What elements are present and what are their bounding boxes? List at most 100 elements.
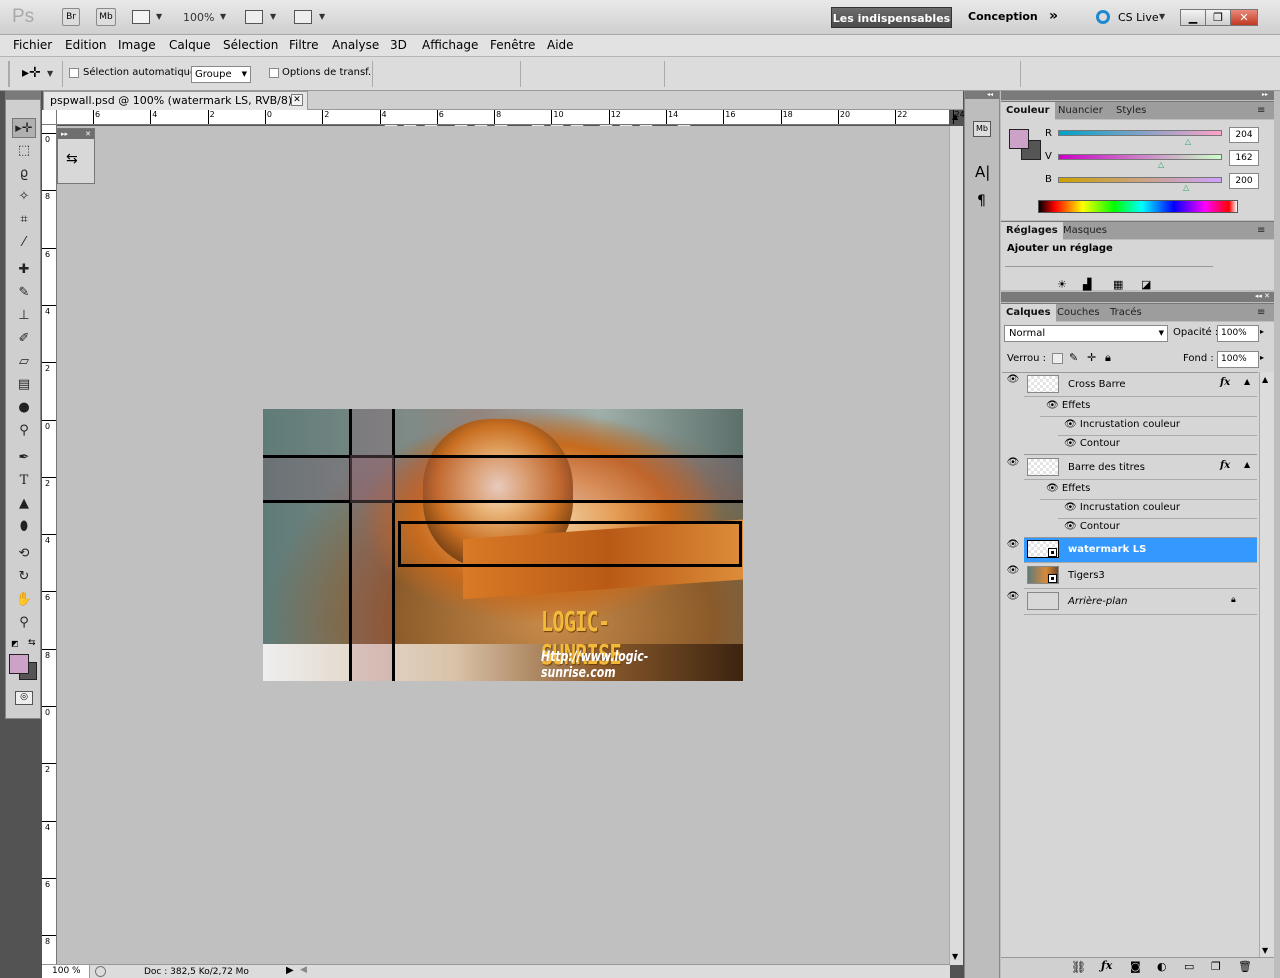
- tab-nuancier[interactable]: Nuancier: [1053, 102, 1108, 120]
- history-panel-icon[interactable]: ⇆: [66, 151, 78, 167]
- paragraph-panel-icon[interactable]: ¶: [977, 193, 986, 209]
- default-colors-icon[interactable]: ◩: [11, 639, 19, 648]
- clone-stamp-tool-icon[interactable]: ⊥: [12, 306, 36, 326]
- layer-visibility-icon[interactable]: 👁︎: [1004, 565, 1022, 589]
- chevron-down-icon[interactable]: ▼: [156, 12, 162, 21]
- close-document-icon[interactable]: ✕: [291, 94, 303, 106]
- layer-row-watermark-ls[interactable]: ▪ watermark LS: [1024, 538, 1257, 563]
- layers-scrollbar[interactable]: ▲ ▼: [1259, 372, 1274, 962]
- blur-tool-icon[interactable]: ●: [12, 398, 36, 418]
- tab-calques[interactable]: Calques: [1001, 304, 1056, 322]
- vertical-ruler[interactable]: 0 8 6 4 2 0 2 4 6 8 0 2 4 6 8: [42, 125, 57, 965]
- collapsed-panel-header[interactable]: ▸▸ ✕: [58, 129, 94, 139]
- zoom-level-select[interactable]: 100%: [183, 11, 214, 24]
- opacity-input[interactable]: 100%: [1217, 325, 1259, 342]
- layer-row-tigers3[interactable]: ▪ Tigers3: [1024, 564, 1257, 589]
- ruler-origin[interactable]: [42, 110, 57, 125]
- layer-row-arriere-plan[interactable]: Arrière-plan 🔒︎: [1024, 590, 1257, 615]
- scroll-up-icon[interactable]: ▲: [1262, 375, 1268, 384]
- lasso-tool-icon[interactable]: ϱ: [12, 164, 36, 184]
- 3d-rotate-tool-icon[interactable]: ⟲: [12, 544, 36, 564]
- menu-calque[interactable]: Calque: [169, 38, 211, 52]
- layer-visibility-icon[interactable]: 👁︎: [1004, 457, 1022, 481]
- healing-brush-tool-icon[interactable]: ✚: [12, 260, 36, 280]
- vertical-scrollbar[interactable]: ▲ ▼: [949, 112, 963, 965]
- link-layers-icon[interactable]: ⛓: [1071, 960, 1086, 974]
- blue-slider-thumb[interactable]: △: [1183, 183, 1189, 192]
- chevron-down-icon[interactable]: ▼: [220, 12, 226, 21]
- type-tool-icon[interactable]: T: [12, 471, 36, 491]
- brush-tool-icon[interactable]: ✎: [12, 283, 36, 303]
- minibridge-panel-icon[interactable]: Mb: [973, 121, 991, 137]
- eye-icon[interactable]: 👁︎: [1046, 400, 1062, 411]
- add-mask-icon[interactable]: ◙: [1130, 960, 1141, 973]
- menu-fichier[interactable]: Fichier: [13, 38, 52, 52]
- exposure-adjust-icon[interactable]: ◪: [1141, 278, 1151, 291]
- history-brush-tool-icon[interactable]: ✐: [12, 329, 36, 349]
- menu-edition[interactable]: Edition: [65, 38, 107, 52]
- green-slider-thumb[interactable]: △: [1158, 160, 1164, 169]
- eye-icon[interactable]: 👁︎: [1046, 483, 1062, 494]
- chevron-down-icon[interactable]: ▼: [319, 12, 325, 21]
- new-layer-icon[interactable]: ❐: [1211, 960, 1221, 973]
- screen-mode-icon[interactable]: [294, 10, 312, 24]
- scroll-up-icon[interactable]: ▲: [952, 112, 958, 121]
- minimize-button[interactable]: ▁: [1180, 9, 1206, 26]
- menu-image[interactable]: Image: [118, 38, 156, 52]
- effects-group[interactable]: 👁︎ Effets: [1046, 400, 1090, 411]
- eyedropper-tool-icon[interactable]: ⁄: [12, 233, 36, 253]
- pen-tool-icon[interactable]: ✒: [12, 448, 36, 468]
- quick-selection-tool-icon[interactable]: ✧: [12, 187, 36, 207]
- menu-fenetre[interactable]: Fenêtre: [490, 38, 535, 52]
- status-zoom[interactable]: 100 %: [42, 965, 90, 978]
- menu-aide[interactable]: Aide: [547, 38, 574, 52]
- fill-input[interactable]: 100%: [1217, 351, 1259, 368]
- auto-select-checkbox[interactable]: [69, 68, 79, 78]
- red-slider-thumb[interactable]: △: [1185, 137, 1191, 146]
- eye-icon[interactable]: 👁︎: [1064, 419, 1080, 430]
- marquee-tool-icon[interactable]: ⬚: [12, 141, 36, 161]
- ellipse-tool-icon[interactable]: ⬮: [12, 517, 36, 537]
- workspace-more-button[interactable]: »: [1049, 8, 1058, 24]
- quick-mask-icon[interactable]: ◎: [15, 691, 33, 705]
- panel-menu-icon[interactable]: ≡: [1252, 102, 1270, 120]
- red-value-input[interactable]: 204: [1229, 127, 1259, 143]
- eye-icon[interactable]: 👁︎: [1064, 502, 1080, 513]
- move-tool-icon[interactable]: ▸✛: [12, 118, 36, 138]
- blue-slider[interactable]: [1058, 177, 1222, 183]
- color-panel-fg-swatch[interactable]: [1009, 129, 1029, 149]
- layers-group-header[interactable]: ◂◂ ✕: [1001, 292, 1274, 302]
- panel-group-header[interactable]: ▸▸: [1001, 91, 1274, 100]
- menu-filtre[interactable]: Filtre: [289, 38, 318, 52]
- lock-all-icon[interactable]: 🔒︎: [1105, 351, 1111, 365]
- effect-stroke[interactable]: 👁︎ Contour: [1064, 521, 1120, 532]
- close-button[interactable]: ✕: [1230, 9, 1258, 26]
- new-adjustment-icon[interactable]: ◐: [1157, 960, 1167, 973]
- menu-affichage[interactable]: Affichage: [422, 38, 478, 52]
- layer-visibility-icon[interactable]: 👁︎: [1004, 374, 1022, 398]
- trash-icon[interactable]: 🗑︎: [1238, 960, 1252, 973]
- chevron-down-icon[interactable]: ▼: [47, 69, 53, 78]
- menu-selection[interactable]: Sélection: [223, 38, 278, 52]
- green-value-input[interactable]: 162: [1229, 150, 1259, 166]
- move-tool-preset-icon[interactable]: ▸✛: [22, 65, 41, 81]
- eye-icon[interactable]: 👁︎: [1064, 521, 1080, 532]
- status-menu-arrow-icon[interactable]: ▶: [286, 965, 294, 976]
- levels-adjust-icon[interactable]: ▟: [1083, 278, 1091, 291]
- gradient-tool-icon[interactable]: ▤: [12, 375, 36, 395]
- green-slider[interactable]: [1058, 154, 1222, 160]
- new-group-icon[interactable]: ▭: [1184, 960, 1194, 973]
- cs-live-menu[interactable]: CS Live: [1118, 11, 1159, 24]
- view-extras-icon[interactable]: [132, 10, 150, 24]
- arrange-documents-icon[interactable]: [245, 10, 263, 24]
- tab-couches[interactable]: Couches: [1052, 304, 1105, 322]
- expand-effects-icon[interactable]: ▲: [1244, 377, 1250, 386]
- layer-visibility-icon[interactable]: 👁︎: [1004, 591, 1022, 615]
- tab-traces[interactable]: Tracés: [1105, 304, 1147, 322]
- transform-controls-checkbox[interactable]: [269, 68, 279, 78]
- minibridge-button[interactable]: Mb: [96, 8, 116, 26]
- layer-row-cross-barre[interactable]: Cross Barre fx ▲: [1024, 373, 1257, 397]
- lock-pixels-icon[interactable]: ✎: [1069, 351, 1078, 364]
- tab-styles[interactable]: Styles: [1111, 102, 1151, 120]
- hand-tool-icon[interactable]: ✋: [12, 590, 36, 610]
